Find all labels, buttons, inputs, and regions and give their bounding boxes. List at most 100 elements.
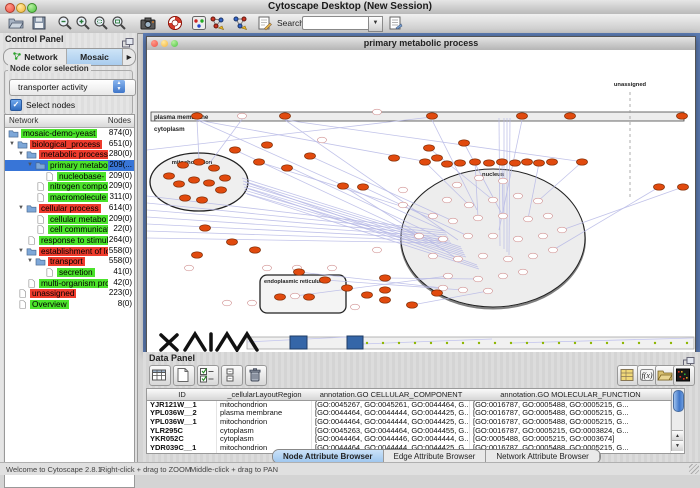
tree-row-cellular-process[interactable]: ▼cellular process614(0) (5, 203, 134, 214)
tree-row-mosaic-demo-yeast[interactable]: mosaic-demo-yeast874(0) (5, 128, 134, 139)
network-view-window[interactable]: primary metabolic process plasma membran… (146, 36, 696, 353)
tree-row-transport[interactable]: ▼transport558(0) (5, 256, 134, 267)
zoom-fit-icon[interactable] (111, 15, 129, 32)
import-table-icon[interactable] (232, 15, 250, 32)
search-input[interactable] (302, 16, 373, 30)
delete-attribute-icon[interactable] (245, 365, 267, 386)
table-cell[interactable]: [GO:0016787, GO:0005488, GO:0005215, G..… (470, 401, 671, 410)
table-cell[interactable]: [GO:0016787, GO:0005215, GO:0003824, G..… (470, 427, 671, 436)
tree-row-label: mosaic-demo-yeast (21, 129, 97, 138)
table-cell[interactable]: [GO:0045267, GO:0045261, GO:0044464, G..… (312, 401, 470, 410)
network-desktop: primary metabolic process plasma membran… (143, 33, 700, 352)
tab-network-label: Network (24, 52, 58, 62)
tree-row-response-to-stimulu[interactable]: response to stimulu264(0) (5, 235, 134, 246)
tree-row-cellular-metabo[interactable]: cellular metabo209(0) (5, 214, 134, 225)
tree-row-metabolic-process[interactable]: ▼metabolic process280(0) (5, 149, 134, 160)
table-cell[interactable]: mitochondrion (217, 401, 312, 410)
tree-row-macromolecule[interactable]: macromolecule311(0) (5, 192, 134, 203)
tab-network[interactable]: Network (4, 49, 67, 65)
snapshot-icon[interactable] (140, 15, 158, 32)
table-cell[interactable]: YKR052C (147, 435, 217, 444)
select-attributes-icon[interactable] (149, 365, 171, 386)
tree-row-establishment-of-lo[interactable]: ▼establishment of lo558(0) (5, 246, 134, 257)
tree-row-secretion[interactable]: secretion41(0) (5, 267, 134, 278)
tree-row-node-count: 8(0) (118, 299, 132, 310)
resize-grip[interactable] (689, 464, 699, 474)
tab-mosaic[interactable]: Mosaic (67, 49, 123, 65)
tree-row-label: transport (48, 257, 85, 266)
tree-row-cell-communicat[interactable]: cell communicat22(0) (5, 224, 134, 235)
disclosure-triangle-icon[interactable]: ▼ (9, 139, 15, 150)
table-cell[interactable]: cytoplasm (217, 435, 312, 444)
table-header-3[interactable]: annotation.GO MOLECULAR_FUNCTION (470, 389, 672, 401)
tree-row-label: cellular metabo (48, 215, 108, 224)
tree-row-node-count: 223(0) (109, 288, 132, 299)
search-dropdown-arrow[interactable]: ▼ (368, 16, 383, 32)
tab-mosaic-label: Mosaic (80, 52, 109, 62)
scroll-down-arrow[interactable]: ▼ (672, 440, 683, 451)
table-cell[interactable]: [GO:0044464, GO:0044446, GO:0044444, G..… (312, 435, 470, 444)
app-title: Cytoscape Desktop (New Session) (0, 1, 700, 12)
disclosure-triangle-icon[interactable]: ▼ (18, 246, 24, 257)
tree-row-multi-organism-pro[interactable]: multi-organism pro42(0) (5, 278, 134, 289)
disclosure-triangle-icon[interactable]: ▼ (18, 203, 24, 214)
dropdown-stepper-icon[interactable]: ▲▼ (113, 80, 125, 93)
tab-overflow-arrow[interactable]: ▶ (123, 49, 135, 65)
attribute-table: ID_cellularLayoutRegionannotation.GO CEL… (146, 388, 685, 454)
tree-row-node-count: 280(0) (109, 149, 132, 160)
tree-row-label: secretion (57, 268, 95, 277)
tree-row-node-count: 209(... (109, 160, 132, 171)
tree-row-primary-metabo[interactable]: ▼primary metabo209(... (5, 160, 134, 171)
table-header-1[interactable]: _cellularLayoutRegion (217, 389, 313, 401)
import-network-icon[interactable] (209, 15, 227, 32)
table-cell[interactable]: [GO:0044464, GO:0044444, GO:0044425, G..… (312, 409, 470, 418)
attribute-selection-icon[interactable] (221, 365, 243, 386)
tree-row-unassigned[interactable]: unassigned223(0) (5, 288, 134, 299)
attribute-batch-icon[interactable] (617, 365, 639, 386)
tree-row-nitrogen-compo[interactable]: nitrogen compo209(0) (5, 181, 134, 192)
table-cell[interactable]: mitochondrion (217, 418, 312, 427)
vizmapper-icon[interactable] (191, 15, 209, 32)
table-cell[interactable]: YDR039C__1 (147, 444, 217, 453)
attribute-checklist-icon[interactable] (197, 365, 219, 386)
table-header-0[interactable]: ID (147, 389, 218, 401)
attribute-editor-icon[interactable] (387, 15, 405, 32)
help-icon[interactable] (167, 15, 185, 32)
float-panel-icon[interactable] (683, 354, 695, 364)
network-window-title: primary metabolic process (147, 38, 695, 48)
table-cell[interactable]: [GO:0016787, GO:0005488, GO:0005215, G..… (470, 418, 671, 427)
nucleus-label: nucleus (482, 172, 504, 178)
annotation-icon[interactable] (256, 15, 274, 32)
tree-row-label: nitrogen compo (48, 182, 108, 191)
zoom-out-icon[interactable] (57, 15, 75, 32)
disclosure-triangle-icon[interactable]: ▼ (27, 160, 33, 171)
table-header-2[interactable]: annotation.GO CELLULAR_COMPONENT (312, 389, 471, 401)
table-cell[interactable]: [GO:0044464, GO:0044444, GO:0044425, G..… (312, 418, 470, 427)
disclosure-triangle-icon[interactable]: ▼ (27, 256, 33, 267)
matrix-icon[interactable] (673, 365, 695, 386)
table-cell[interactable]: YPL036W__2 (147, 409, 217, 418)
zoom-in-icon[interactable] (75, 15, 93, 32)
select-nodes-checkbox[interactable]: ✓ (10, 99, 22, 111)
table-scrollbar[interactable]: ▲▼ (671, 389, 684, 451)
table-cell[interactable]: YLR295C (147, 427, 217, 436)
table-cell[interactable]: cytoplasm (217, 427, 312, 436)
save-icon[interactable] (31, 15, 49, 32)
table-cell[interactable]: [GO:0016787, GO:0005488, GO:0005215, G..… (470, 409, 671, 418)
table-cell[interactable]: [GO:0005488, GO:0005215, GO:0003674] (470, 435, 671, 444)
float-panel-icon[interactable] (122, 35, 134, 45)
pan-hint: Middle-click + drag to PAN (190, 465, 278, 474)
tree-row-overview[interactable]: Overview8(0) (5, 299, 134, 310)
network-canvas[interactable]: plasma membranecytoplasmmitochondrionnuc… (147, 50, 695, 352)
disclosure-triangle-icon[interactable]: ▼ (18, 149, 24, 160)
tree-row-nucleobase-[interactable]: nucleobase-209(0) (5, 171, 134, 182)
create-attribute-icon[interactable] (173, 365, 195, 386)
zoom-selected-icon[interactable] (93, 15, 111, 32)
table-cell[interactable]: plasma membrane (217, 409, 312, 418)
table-cell[interactable]: [GO:0045263, GO:0044464, GO:0044455, G..… (312, 427, 470, 436)
open-icon[interactable] (8, 15, 26, 32)
scrollbar-thumb[interactable] (673, 390, 684, 412)
tree-row-biological-process[interactable]: ▼biological_process651(0) (5, 139, 134, 150)
table-cell[interactable]: YPL036W__1 (147, 418, 217, 427)
table-cell[interactable]: YJR121W__1 (147, 401, 217, 410)
